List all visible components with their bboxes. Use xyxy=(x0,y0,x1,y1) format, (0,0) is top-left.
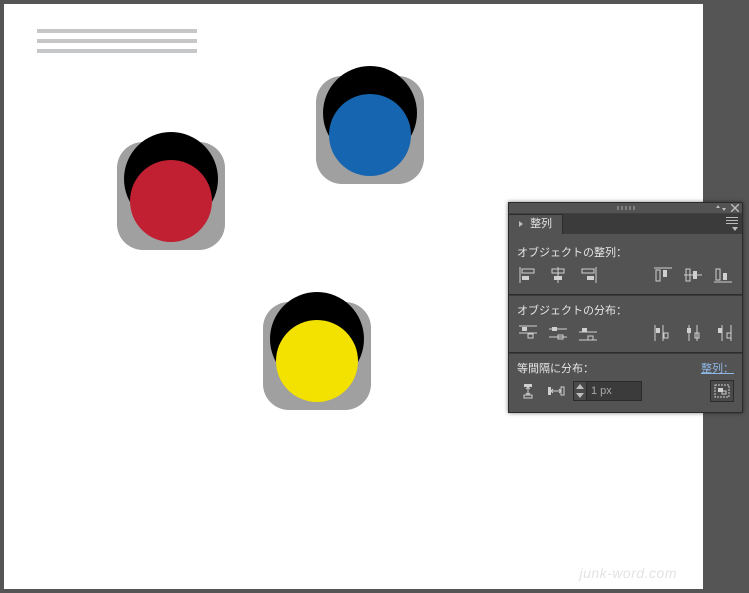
object-yellow-light[interactable] xyxy=(263,292,371,410)
dist-vcenter-icon[interactable] xyxy=(547,322,569,344)
panel-flyout-menu-icon[interactable] xyxy=(722,217,738,231)
label-distribute-spacing: 等間隔に分布： xyxy=(517,360,594,376)
dist-left-icon[interactable] xyxy=(652,322,674,344)
dist-hcenter-icon[interactable] xyxy=(682,322,704,344)
panel-titlebar[interactable] xyxy=(509,203,742,214)
align-left-icon[interactable] xyxy=(517,264,539,286)
label-align-objects: オブジェクトの整列： xyxy=(517,244,734,260)
align-panel[interactable]: 整列 オブジェクトの整列： xyxy=(508,202,743,413)
collapse-icon[interactable] xyxy=(716,205,726,211)
align-bottom-icon[interactable] xyxy=(712,264,734,286)
row-align-objects xyxy=(517,264,734,286)
close-icon[interactable] xyxy=(730,204,740,212)
spacing-input[interactable]: 1 px xyxy=(573,381,642,401)
tab-align[interactable]: 整列 xyxy=(509,214,563,234)
align-right-icon[interactable] xyxy=(577,264,599,286)
panel-tabbar: 整列 xyxy=(509,214,742,234)
label-distribute-objects: オブジェクトの分布： xyxy=(517,302,734,318)
object-red-light[interactable] xyxy=(117,132,225,250)
text-placeholder xyxy=(37,29,197,59)
align-hcenter-icon[interactable] xyxy=(547,264,569,286)
space-vertical-icon[interactable] xyxy=(517,380,539,402)
tab-label: 整列 xyxy=(530,218,552,230)
spinner-down-icon[interactable] xyxy=(574,391,586,400)
dist-bottom-icon[interactable] xyxy=(577,322,599,344)
space-horizontal-icon[interactable] xyxy=(545,380,567,402)
dist-right-icon[interactable] xyxy=(712,322,734,344)
align-to-selection-icon[interactable] xyxy=(710,380,734,402)
row-distribute-objects xyxy=(517,322,734,344)
align-to-label[interactable]: 整列： xyxy=(701,360,734,376)
dist-top-icon[interactable] xyxy=(517,322,539,344)
spacing-value[interactable]: 1 px xyxy=(587,382,641,400)
panel-grip-icon xyxy=(617,206,635,210)
spinner-up-icon[interactable] xyxy=(574,382,586,391)
watermark: junk-word.com xyxy=(579,565,677,581)
object-blue-light[interactable] xyxy=(316,66,424,184)
align-top-icon[interactable] xyxy=(652,264,674,286)
align-vcenter-icon[interactable] xyxy=(682,264,704,286)
